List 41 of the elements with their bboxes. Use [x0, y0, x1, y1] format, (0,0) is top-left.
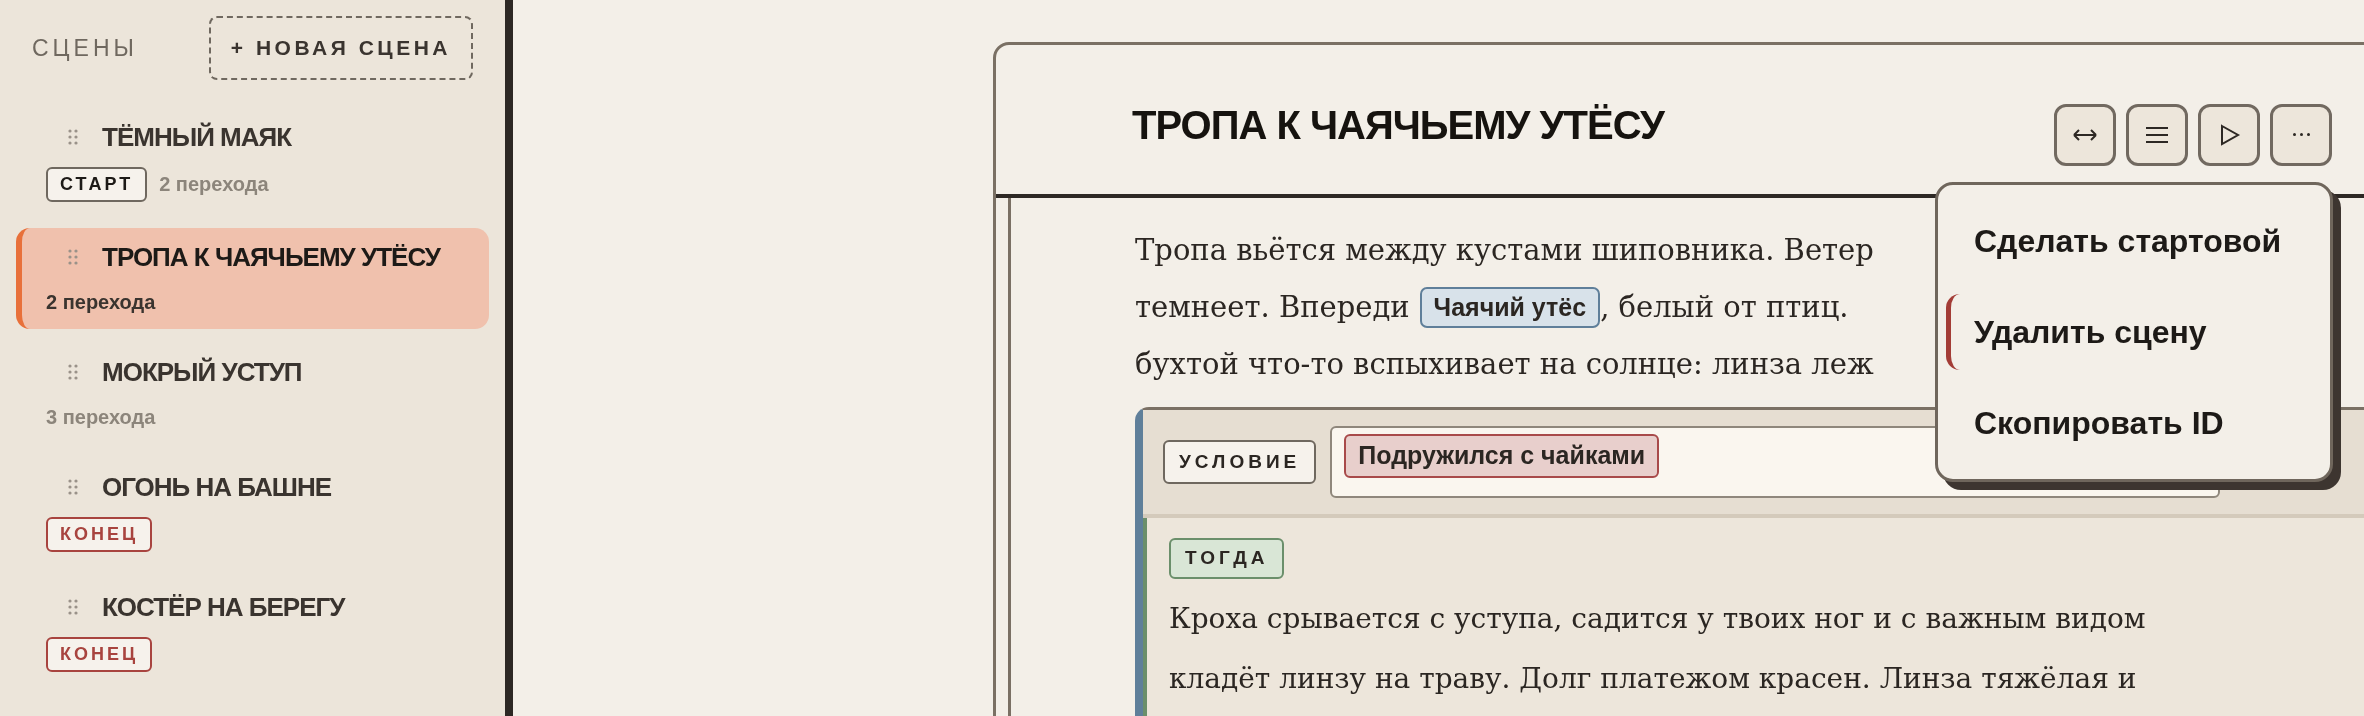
end-tag: КОНЕЦ	[46, 636, 153, 672]
transition-count: 3 перехода	[46, 404, 156, 430]
menu-button[interactable]	[2126, 103, 2188, 166]
scene-title-heading: ТРОПА К ЧАЯЧЬЕМУ УТЁСУ	[1132, 101, 1666, 149]
scene-title: ТЁМНЫЙ МАЯК	[102, 120, 292, 154]
paragraph-text: бухтой что-то вспыхивает на солнце: линза леж	[1135, 345, 1874, 383]
scene-item[interactable]: ТРОПА К ЧАЯЧЬЕМУ УТЁСУ 2 перехода	[16, 227, 489, 329]
resize-button[interactable]	[2054, 103, 2116, 166]
drag-handle-icon	[68, 249, 78, 265]
play-button[interactable]	[2198, 103, 2260, 166]
scene-item[interactable]: МОКРЫЙ УСТУП 3 перехода	[16, 342, 489, 444]
scene-title: КОСТЁР НА БЕРЕГУ	[102, 590, 345, 624]
menu-item[interactable]: Сделать стартовой	[1938, 202, 2330, 279]
paragraph-text: Кроха срывается с уступа, садится у твоих ног и с важным видом	[1169, 600, 2147, 637]
scene-link[interactable]: Чаячий утёс	[1419, 286, 1601, 329]
transition-count: 2 перехода	[46, 289, 156, 315]
new-scene-button[interactable]: + НОВАЯ СЦЕНА	[208, 16, 473, 80]
transition-count: 2 перехода	[159, 172, 269, 197]
scene-item[interactable]: ОГОНЬ НА БАШНЕ КОНЕЦ	[16, 457, 489, 564]
menu-item[interactable]: Удалить сцену	[1946, 294, 2330, 370]
paragraph-text: кладёт линзу на траву. Долг платежом красен. Линза тяжёлая и	[1169, 660, 2138, 697]
scene-title: МОКРЫЙ УСТУП	[102, 355, 302, 389]
sidebar-title: СЦЕНЫ	[32, 33, 138, 63]
end-tag: КОНЕЦ	[46, 516, 153, 552]
more-button[interactable]	[2270, 103, 2332, 166]
drag-handle-icon	[68, 599, 78, 615]
paragraph-text: Тропа вьётся между кустами шиповника. Ветер	[1135, 231, 1874, 269]
drag-handle-icon	[68, 479, 78, 495]
scene-item[interactable]: КОСТЁР НА БЕРЕГУ КОНЕЦ	[16, 577, 489, 684]
scene-title: ОГОНЬ НА БАШНЕ	[102, 470, 332, 504]
paragraph-text: темнеет. Впереди	[1135, 288, 1410, 326]
scene-title: ТРОПА К ЧАЯЧЬЕМУ УТЁСУ	[102, 240, 441, 274]
flag-chip: Подружился с чайками	[1344, 434, 1660, 478]
then-label: ТОГДА	[1169, 538, 1285, 579]
drag-handle-icon	[68, 129, 78, 145]
start-tag: СТАРТ	[46, 166, 148, 202]
scene-item[interactable]: ТЁМНЫЙ МАЯК СТАРТ 2 перехода	[16, 107, 489, 214]
condition-label: УСЛОВИЕ	[1163, 439, 1317, 485]
paragraph-text: , белый от птиц.	[1600, 288, 1849, 326]
ellipsis-icon	[2292, 133, 2310, 136]
drag-handle-icon	[68, 364, 78, 380]
